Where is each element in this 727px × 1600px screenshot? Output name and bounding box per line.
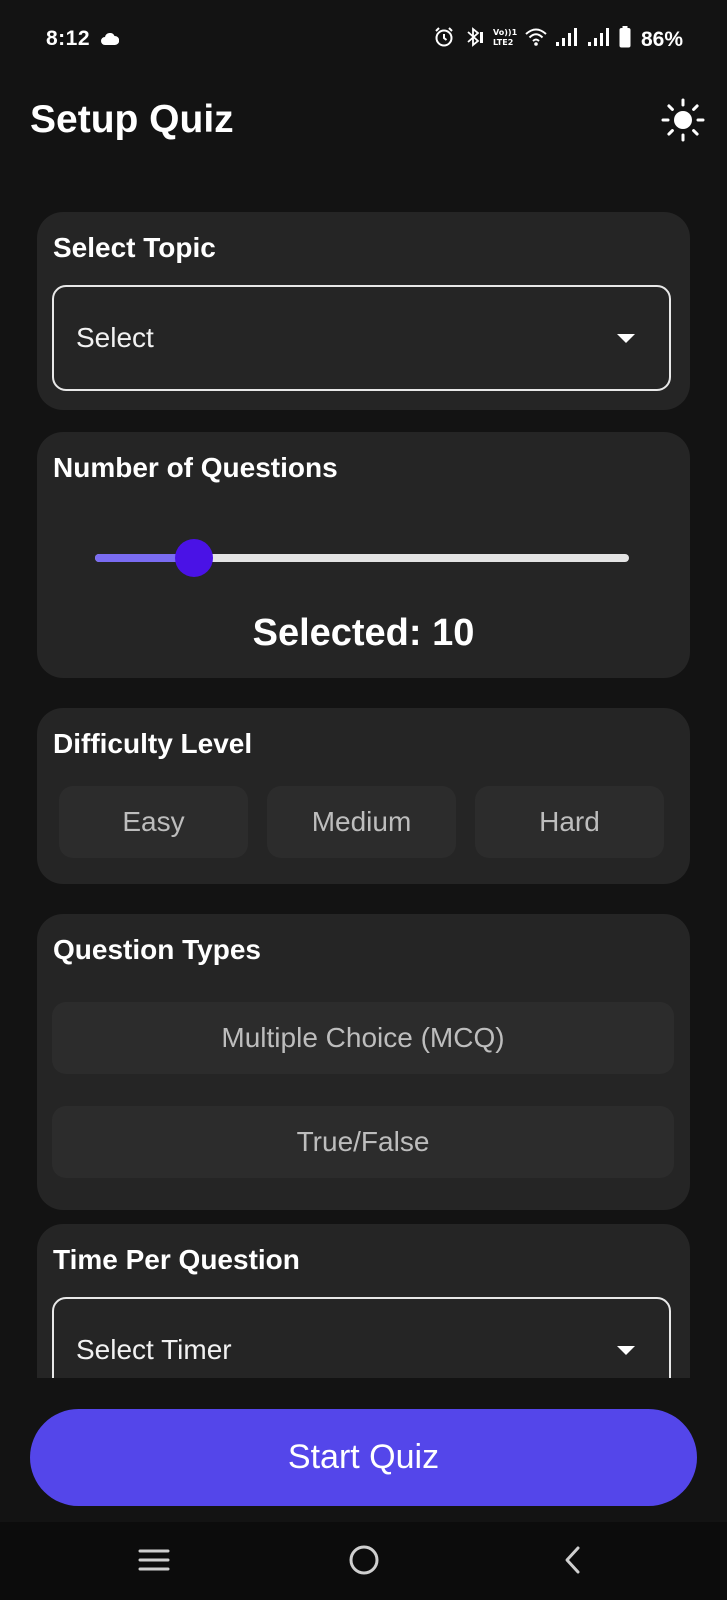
- difficulty-hard-button[interactable]: Hard: [475, 786, 664, 858]
- question-types-title: Question Types: [53, 934, 261, 965]
- topic-dropdown-value: Select: [76, 322, 154, 353]
- back-button[interactable]: [551, 1542, 595, 1582]
- recents-button[interactable]: [132, 1542, 176, 1582]
- alarm-icon: [433, 26, 455, 53]
- signal-icon: [587, 27, 611, 52]
- type-mcq-button[interactable]: Multiple Choice (MCQ): [52, 1002, 674, 1074]
- timer-title: Time Per Question: [53, 1244, 300, 1275]
- bluetooth-icon: [463, 26, 485, 53]
- battery-percentage: 86%: [640, 27, 683, 51]
- settings-scroll-area[interactable]: Select Topic Select Number of Questions …: [0, 200, 727, 1378]
- signal-icon: [555, 27, 579, 52]
- svg-text:LTE2: LTE2: [493, 38, 513, 47]
- status-time: 8:12: [46, 27, 91, 50]
- difficulty-title: Difficulty Level: [53, 728, 253, 759]
- system-nav-bar: [0, 1522, 727, 1600]
- timer-dropdown[interactable]: Select Timer: [52, 1297, 671, 1378]
- cloud-icon: [101, 32, 120, 50]
- questions-slider[interactable]: [95, 538, 629, 578]
- start-quiz-button[interactable]: Start Quiz: [30, 1409, 697, 1506]
- svg-text:Vo))1: Vo))1: [493, 28, 517, 37]
- chevron-down-icon: [617, 334, 635, 343]
- selected-count: Selected: 10: [252, 612, 475, 654]
- timer-card: Time Per Question Select Timer: [37, 1224, 690, 1378]
- sun-icon: [661, 98, 705, 147]
- slider-thumb[interactable]: [174, 539, 213, 577]
- battery-icon: [619, 26, 631, 53]
- timer-dropdown-value: Select Timer: [76, 1334, 232, 1365]
- status-icons: Vo))1 LTE2 86%: [433, 26, 683, 53]
- page-title: Setup Quiz: [30, 98, 234, 141]
- difficulty-easy-button[interactable]: Easy: [59, 786, 248, 858]
- chevron-down-icon: [617, 1346, 635, 1355]
- back-icon: [561, 1544, 585, 1581]
- difficulty-card: Difficulty Level Easy Medium Hard: [37, 708, 690, 884]
- question-types-card: Question Types Multiple Choice (MCQ) Tru…: [37, 914, 690, 1210]
- volte-icon: Vo))1 LTE2: [493, 26, 518, 53]
- difficulty-medium-button[interactable]: Medium: [267, 786, 456, 858]
- menu-icon: [137, 1546, 171, 1579]
- theme-toggle-button[interactable]: [660, 98, 706, 147]
- topic-card: Select Topic Select: [37, 212, 690, 410]
- topic-title: Select Topic: [53, 232, 216, 263]
- home-icon: [346, 1542, 382, 1583]
- home-button[interactable]: [342, 1542, 386, 1582]
- topic-dropdown[interactable]: Select: [52, 285, 671, 391]
- questions-title: Number of Questions: [53, 452, 338, 483]
- questions-card: Number of Questions Selected: 10: [37, 432, 690, 678]
- type-true-false-button[interactable]: True/False: [52, 1106, 674, 1178]
- wifi-icon: [525, 27, 547, 52]
- status-bar: 8:12 Vo))1 LTE2 86%: [0, 0, 727, 82]
